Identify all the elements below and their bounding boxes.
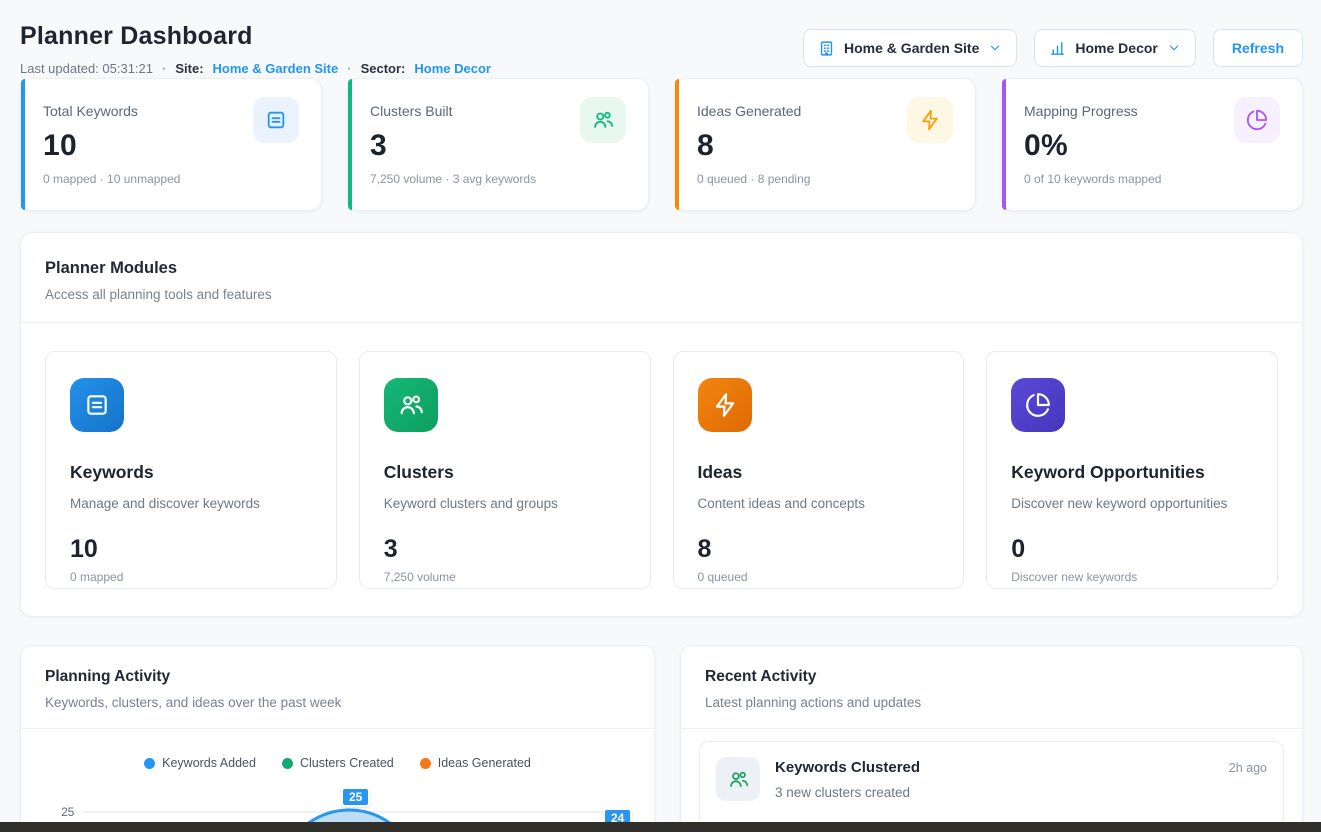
stat-caption: 0 queued · 8 pending [697,172,953,186]
users-icon [384,378,438,432]
legend-item-clusters-created[interactable]: Clusters Created [282,756,394,770]
module-description: Manage and discover keywords [70,496,312,511]
legend-item-ideas-generated[interactable]: Ideas Generated [420,756,531,770]
recent-activity-panel: Recent Activity Latest planning actions … [680,645,1303,832]
module-tile-clusters[interactable]: Clusters Keyword clusters and groups 3 7… [359,351,651,589]
chevron-down-icon [988,41,1002,55]
users-icon [716,757,760,801]
module-caption: Discover new keywords [1011,570,1253,584]
activity-item-keywords-clustered[interactable]: Keywords Clustered 2h ago 3 new clusters… [699,741,1284,827]
module-value: 8 [698,535,940,564]
stats-row: Total Keywords 10 0 mapped · 10 unmapped… [20,78,1303,211]
module-caption: 0 mapped [70,570,312,584]
page-header: Planner Dashboard Last updated: 05:31:21… [20,22,1303,76]
module-tile-ideas[interactable]: Ideas Content ideas and concepts 8 0 que… [673,351,965,589]
legend-dot-orange [420,758,431,769]
bar-chart-icon [1049,40,1066,57]
lightning-icon [907,97,953,143]
refresh-button[interactable]: Refresh [1213,29,1303,67]
legend-dot-green [282,758,293,769]
stat-card-total-keywords: Total Keywords 10 0 mapped · 10 unmapped [20,78,322,211]
planning-activity-header: Planning Activity Keywords, clusters, an… [21,646,654,728]
activity-description: 3 new clusters created [775,785,1267,800]
building-icon [818,40,835,57]
data-point-label-25: 25 [341,787,370,807]
chevron-down-icon [1167,41,1181,55]
module-title: Clusters [384,462,626,483]
divider [681,728,1302,729]
pie-chart-icon [1234,97,1280,143]
modules-grid: Keywords Manage and discover keywords 10… [21,323,1302,617]
activity-time: 2h ago [1229,761,1267,775]
y-axis-tick: 25 [61,805,74,819]
sector-label: Sector: [361,61,406,76]
module-value: 10 [70,535,312,564]
divider [21,728,654,729]
sector-selector-dropdown[interactable]: Home Decor [1034,29,1195,67]
chart-legend: Keywords Added Clusters Created Ideas Ge… [21,756,654,770]
last-updated-text: Last updated: 05:31:21 [20,61,153,76]
planning-activity-title: Planning Activity [45,668,630,686]
module-value: 3 [384,535,626,564]
meta-separator: · [347,61,351,76]
module-title: Ideas [698,462,940,483]
modules-header: Planner Modules Access all planning tool… [21,233,1302,322]
legend-label: Keywords Added [162,756,256,770]
module-title: Keyword Opportunities [1011,462,1253,483]
sector-link[interactable]: Home Decor [414,61,491,76]
stat-card-ideas-generated: Ideas Generated 8 0 queued · 8 pending [674,78,976,211]
module-description: Discover new keyword opportunities [1011,496,1253,511]
meta-separator: · [162,61,166,76]
stat-caption: 0 of 10 keywords mapped [1024,172,1280,186]
planning-activity-subtitle: Keywords, clusters, and ideas over the p… [45,695,630,710]
users-icon [580,97,626,143]
module-caption: 7,250 volume [384,570,626,584]
lightning-icon [698,378,752,432]
site-selector-label: Home & Garden Site [844,40,979,56]
site-label: Site: [175,61,203,76]
module-caption: 0 queued [698,570,940,584]
modules-subtitle: Access all planning tools and features [45,287,1278,302]
refresh-label: Refresh [1232,40,1284,56]
bottom-taskbar-edge [0,822,1321,832]
legend-label: Clusters Created [300,756,394,770]
stat-card-clusters-built: Clusters Built 3 7,250 volume · 3 avg ke… [347,78,649,211]
stat-caption: 0 mapped · 10 unmapped [43,172,299,186]
module-value: 0 [1011,535,1253,564]
activity-body: Keywords Clustered 2h ago 3 new clusters… [775,757,1267,800]
planner-modules-section: Planner Modules Access all planning tool… [20,232,1303,617]
modules-title: Planner Modules [45,259,1278,278]
recent-activity-title: Recent Activity [705,668,1278,686]
module-description: Keyword clusters and groups [384,496,626,511]
legend-dot-blue [144,758,155,769]
header-controls: Home & Garden Site Home Decor Refresh [803,29,1303,67]
site-selector-dropdown[interactable]: Home & Garden Site [803,29,1017,67]
pie-chart-icon [1011,378,1065,432]
module-title: Keywords [70,462,312,483]
activity-title: Keywords Clustered [775,759,920,776]
planning-activity-panel: Planning Activity Keywords, clusters, an… [20,645,655,832]
recent-activity-subtitle: Latest planning actions and updates [705,695,1278,710]
module-tile-keyword-opportunities[interactable]: Keyword Opportunities Discover new keywo… [986,351,1278,589]
module-tile-keywords[interactable]: Keywords Manage and discover keywords 10… [45,351,337,589]
stat-card-mapping-progress: Mapping Progress 0% 0 of 10 keywords map… [1001,78,1303,211]
stat-caption: 7,250 volume · 3 avg keywords [370,172,626,186]
sector-selector-label: Home Decor [1075,40,1157,56]
module-description: Content ideas and concepts [698,496,940,511]
document-icon [70,378,124,432]
site-link[interactable]: Home & Garden Site [213,61,339,76]
recent-activity-header: Recent Activity Latest planning actions … [681,646,1302,728]
legend-item-keywords-added[interactable]: Keywords Added [144,756,256,770]
document-icon [253,97,299,143]
legend-label: Ideas Generated [438,756,531,770]
